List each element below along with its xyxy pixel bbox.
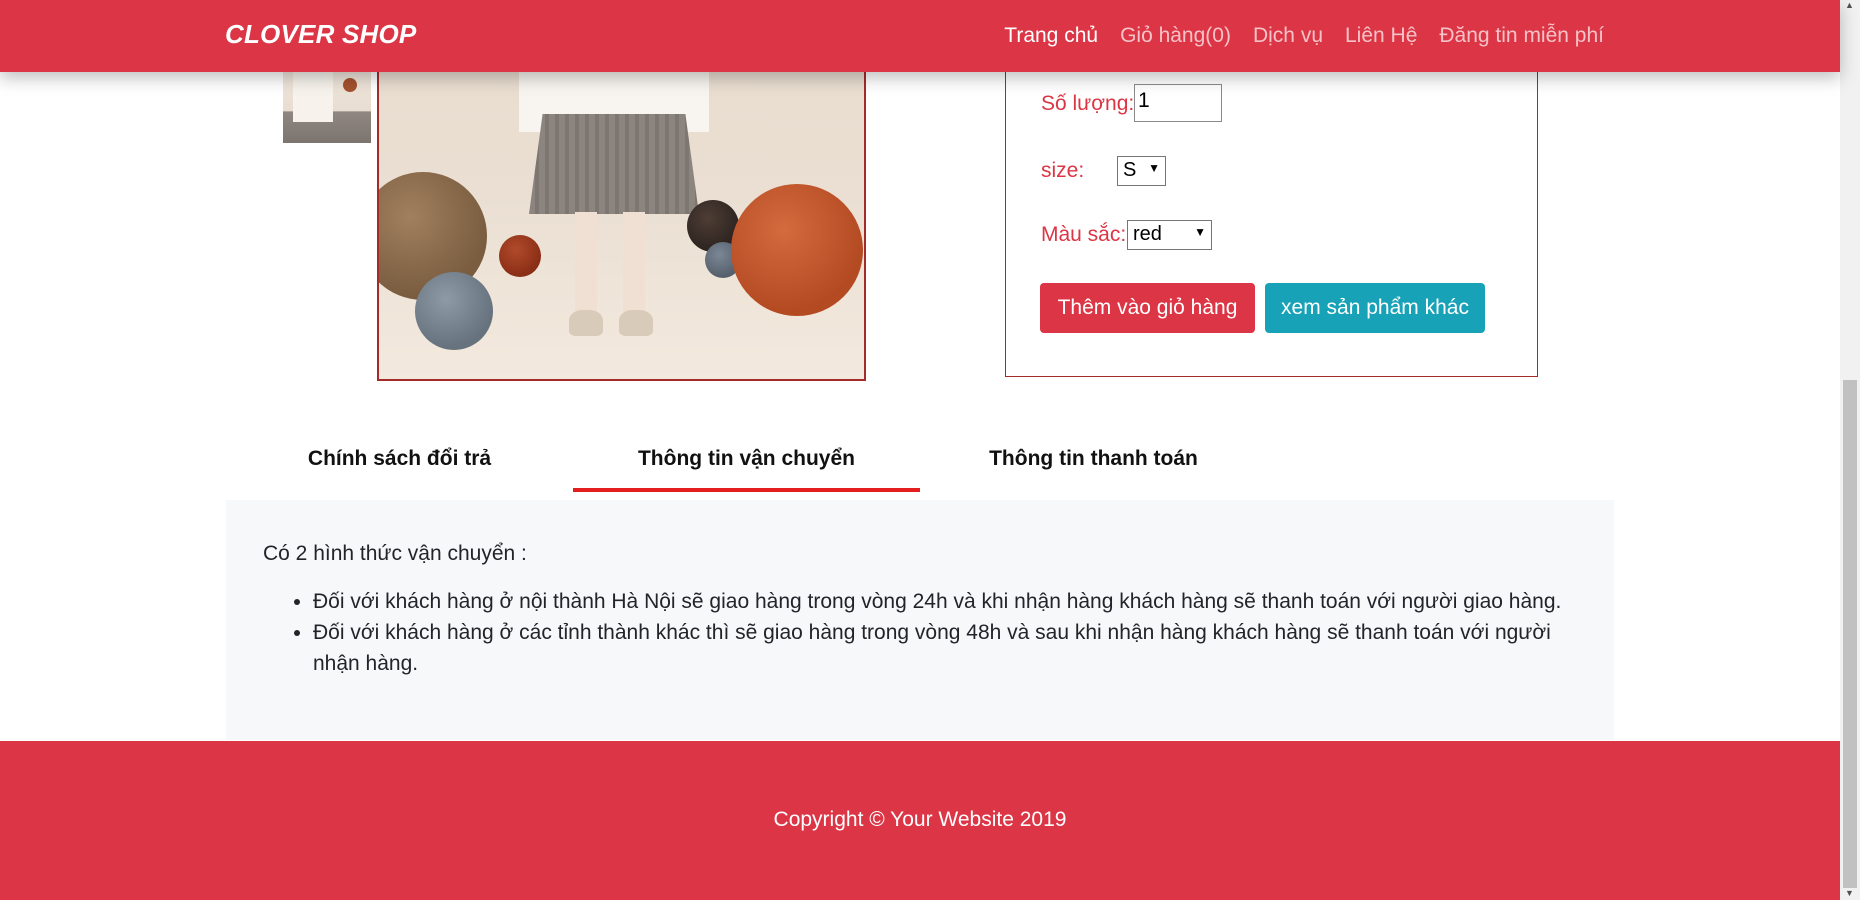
scroll-down-icon[interactable]: ▼ — [1845, 888, 1854, 898]
color-select[interactable]: red ▼ — [1127, 220, 1212, 250]
thumbnail-yarn-ball — [343, 78, 357, 92]
image-leg-right — [623, 212, 645, 322]
nav-link-cart[interactable]: Giỏ hàng(0) — [1120, 24, 1231, 48]
image-yarn-ball-grey — [415, 272, 493, 350]
image-yarn-ball-orange — [731, 184, 863, 316]
color-label: Màu sắc: — [1041, 223, 1127, 246]
size-select[interactable]: S ▼ — [1117, 156, 1166, 186]
color-select-value: red — [1133, 223, 1162, 245]
tab-shipping-info[interactable]: Thông tin vận chuyển — [573, 440, 920, 492]
chevron-down-icon: ▼ — [1148, 161, 1160, 175]
scrollbar-thumb[interactable] — [1843, 380, 1857, 888]
product-thumbnail[interactable] — [283, 72, 371, 143]
shipping-intro: Có 2 hình thức vận chuyển : — [263, 542, 527, 565]
info-tabs: Chính sách đổi trả Thông tin vận chuyển … — [226, 440, 1614, 492]
list-item: Đối với khách hàng ở nội thành Hà Nội sẽ… — [313, 586, 1577, 617]
tab-panel-shipping: Có 2 hình thức vận chuyển : Đối với khác… — [226, 500, 1614, 740]
navbar: CLOVER SHOP Trang chủ Giỏ hàng(0) Dịch v… — [0, 0, 1840, 72]
quantity-input[interactable]: 1 — [1134, 84, 1222, 122]
quantity-label: Số lượng: — [1041, 92, 1135, 115]
image-leg-left — [575, 212, 597, 322]
image-shoe-right — [619, 310, 653, 336]
image-shoe-left — [569, 310, 603, 336]
product-main-image — [377, 72, 866, 381]
image-skirt — [529, 114, 699, 214]
chevron-down-icon: ▼ — [1194, 225, 1206, 239]
nav-link-post-free[interactable]: Đăng tin miễn phí — [1439, 24, 1604, 48]
page-scrollbar[interactable]: ▲ ▼ — [1840, 0, 1860, 900]
image-yarn-ball-red-small — [499, 235, 541, 277]
list-item: Đối với khách hàng ở các tỉnh thành khác… — [313, 617, 1577, 679]
nav-links: Trang chủ Giỏ hàng(0) Dịch vụ Liên Hệ Đă… — [1004, 24, 1604, 48]
thumbnail-coat-shape — [293, 72, 333, 122]
add-to-cart-button[interactable]: Thêm vào giỏ hàng — [1040, 283, 1255, 333]
size-label: size: — [1041, 159, 1085, 182]
nav-link-contact[interactable]: Liên Hệ — [1345, 24, 1417, 48]
view-other-products-button[interactable]: xem sản phẩm khác — [1265, 283, 1485, 333]
scroll-up-icon[interactable]: ▲ — [1845, 0, 1854, 10]
shipping-list: Đối với khách hàng ở nội thành Hà Nội sẽ… — [263, 586, 1577, 679]
nav-link-home[interactable]: Trang chủ — [1004, 24, 1098, 48]
brand-logo[interactable]: CLOVER SHOP — [225, 19, 416, 50]
copyright-text: Copyright © Your Website 2019 — [773, 808, 1067, 831]
footer: Copyright © Your Website 2019 — [0, 741, 1840, 900]
tab-return-policy[interactable]: Chính sách đổi trả — [226, 440, 573, 492]
size-select-value: S — [1123, 159, 1137, 181]
nav-link-services[interactable]: Dịch vụ — [1253, 24, 1323, 48]
tab-payment-info[interactable]: Thông tin thanh toán — [920, 440, 1267, 492]
